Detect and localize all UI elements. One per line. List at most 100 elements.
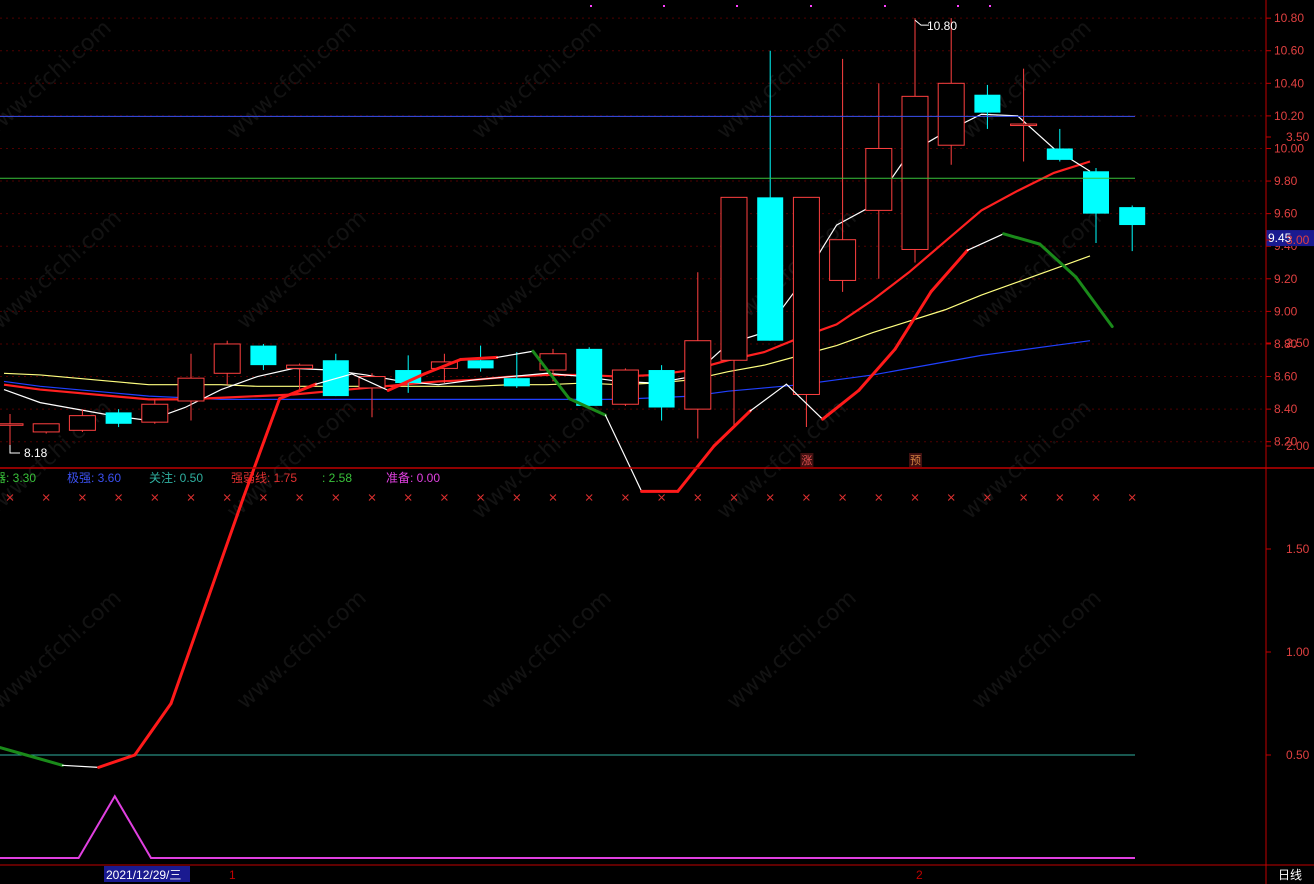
indicator-legend-item: : 2.58 [322,471,352,485]
strength-line-segment [459,355,499,361]
candle [32,423,60,434]
price-tick-label: 10.80 [1274,11,1304,25]
candle [1119,205,1146,252]
weak-line-marker [622,494,629,501]
price-tick-label: 8.60 [1274,370,1298,384]
strength-line-segment [966,233,1005,251]
signal-marker: 涨 [801,454,812,467]
watermark-text: www.cfchi.com [222,396,361,525]
price-tick-label: 10.40 [1274,76,1304,90]
strength-line-segment [205,496,245,602]
price-tick-label: 10.20 [1274,109,1304,123]
weak-line-marker [911,494,919,501]
weak-line-marker [766,494,774,501]
weak-line-marker [875,494,883,501]
ind-tick-label: 3.00 [1286,233,1310,247]
candle-body [829,239,857,281]
top-marker-dot [590,5,592,7]
top-marker-dot [736,5,738,7]
strength-line-segment [0,745,28,757]
weak-line-marker [441,494,448,501]
period-tab-daily[interactable]: 日线 [1278,868,1302,882]
indicator-legend-item: 器: 3.30 [0,471,36,485]
watermark-text: www.cfchi.com [967,586,1106,715]
candle [322,353,349,397]
candle [395,355,422,393]
candle-body [467,360,494,369]
price-axis: 10.8010.6010.4010.2010.009.809.609.409.2… [1266,11,1314,449]
price-tick-label: 9.60 [1274,207,1298,221]
candle-body [503,378,530,387]
candle [792,196,820,428]
weak-line-marker [151,494,159,501]
ind-tick-label: 1.00 [1286,645,1310,659]
strength-line-segment [24,753,64,767]
top-marker-dot [810,5,812,7]
weak-line-marker [223,494,231,501]
watermark-text: www.cfchi.com [967,206,1106,335]
top-marker-dot [989,5,991,7]
low-pointer [9,444,20,454]
candle [141,399,169,424]
zhunbei-line [0,794,1135,859]
watermark-text: www.cfchi.com [232,206,371,335]
low-label: 8.18 [24,446,48,460]
candle [576,347,603,406]
strength-line-segment [133,702,173,757]
watermark-text: www.cfchi.com [0,396,117,525]
candle-body [576,348,603,406]
candle-body [250,345,277,366]
weak-line-marker [1092,494,1100,501]
watermark-text: www.cfchi.com [222,16,361,145]
weak-line-marker [803,494,810,501]
candle-body [1010,123,1038,127]
candle-body [757,197,784,341]
watermark-text: www.cfchi.com [467,16,606,145]
candle-body [141,403,169,423]
watermark-text: www.cfchi.com [712,16,851,145]
indicator-legend-item: 关注: 0.50 [149,470,203,485]
period-mark-2: 2 [916,868,923,882]
indicator-legend-item: 极强: 3.60 [67,471,121,485]
strength-line-segment [712,409,752,448]
status-bar: 2021/12/29/三 1 2 日线 [104,866,1302,882]
candle [358,373,386,418]
price-tick-label: 9.20 [1274,272,1298,286]
indicator-legend-item: 强弱线: 1.75 [231,471,297,485]
watermark-text: www.cfchi.com [722,586,861,715]
candle [720,196,748,428]
strength-line-segment [496,350,534,359]
strength-line-segment [893,290,933,351]
weak-line-marker [1020,494,1027,501]
candle [0,414,24,445]
weak-line-marker [658,494,665,501]
strength-line-segment [857,347,897,392]
candle-body [648,370,675,408]
top-marker-dot [957,5,959,7]
candle-body [0,423,24,426]
candle-body [720,196,748,361]
candle-body [1046,148,1073,160]
weak-line-marker [549,494,557,501]
weak-line-marker [513,494,521,501]
watermark-text: www.cfchi.com [232,586,371,715]
indicator-legend-item: 准备: 0.00 [386,471,440,485]
weak-line-marker [1056,494,1064,501]
ind-tick-label: 2.00 [1286,439,1310,453]
candle-body [1119,207,1146,226]
weak-line-marker [42,494,50,501]
candle [901,18,929,263]
weak-line-marker [839,494,846,501]
candle-body [68,415,96,431]
strength-line-segment [61,764,100,768]
watermark-text: www.cfchi.com [0,586,127,715]
candle-body [792,196,820,395]
candle-body [937,82,965,146]
weak-line-marker [1128,494,1136,501]
strength-line-segment [1002,232,1042,246]
price-tick-label: 9.00 [1274,304,1298,318]
weak-line-marker [187,494,195,501]
candle-body [286,364,314,369]
watermark-text: www.cfchi.com [477,206,616,335]
weak-line-marker [694,494,702,501]
